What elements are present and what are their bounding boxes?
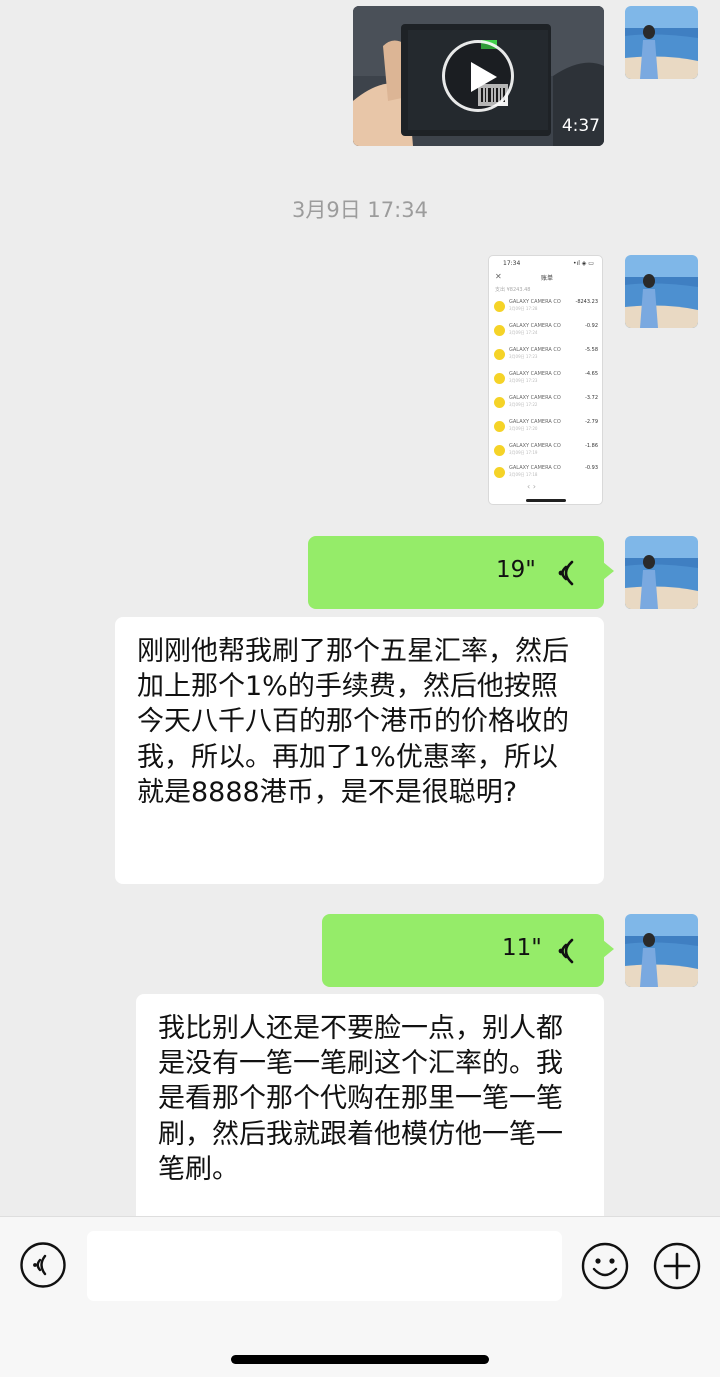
merchant-icon xyxy=(494,397,505,408)
transaction-amount: -2.79 xyxy=(585,419,598,425)
merchant-name: GALAXY CAMERA CO xyxy=(509,299,561,305)
merchant-name: GALAXY CAMERA CO xyxy=(509,395,561,401)
merchant-name: GALAXY CAMERA CO xyxy=(509,347,561,353)
merchant-name: GALAXY CAMERA CO xyxy=(509,443,561,449)
emoji-icon[interactable] xyxy=(580,1241,630,1291)
transaction-date: 3月09日 17:20 xyxy=(509,426,538,431)
transaction-amount: -4.65 xyxy=(585,371,598,377)
transaction-amount: -0.92 xyxy=(585,323,598,329)
list-item: GALAXY CAMERA CO 3月09日 17:19 -1.86 xyxy=(494,442,600,464)
merchant-icon xyxy=(494,421,505,432)
avatar[interactable] xyxy=(625,914,698,987)
screenshot-home-indicator xyxy=(526,499,566,502)
merchant-name: GALAXY CAMERA CO xyxy=(509,419,561,425)
play-icon[interactable] xyxy=(442,40,514,112)
transaction-amount: -3.72 xyxy=(585,395,598,401)
avatar[interactable] xyxy=(625,6,698,79)
merchant-icon xyxy=(494,373,505,384)
image-message[interactable]: 17:34 •ıl ◈ ▭ ✕ 账单 支出 ¥8243.48 GALAXY CA… xyxy=(488,255,603,505)
transaction-date: 3月09日 17:23 xyxy=(509,378,538,383)
plus-icon[interactable] xyxy=(652,1241,702,1291)
transaction-date: 3月09日 17:18 xyxy=(509,472,538,477)
avatar[interactable] xyxy=(625,255,698,328)
transaction-amount: -5.58 xyxy=(585,347,598,353)
transaction-amount: -1.86 xyxy=(585,443,598,449)
list-item: GALAXY CAMERA CO 3月09日 17:23 -4.65 xyxy=(494,370,600,392)
list-item: GALAXY CAMERA CO 3月09日 17:18 -0.93 xyxy=(494,464,600,486)
voice-duration: 19" xyxy=(496,557,536,583)
list-item: GALAXY CAMERA CO 3月09日 17:22 -3.72 xyxy=(494,394,600,416)
message-timestamp: 3月9日 17:34 xyxy=(292,198,428,222)
screenshot-status-time: 17:34 xyxy=(503,260,521,267)
merchant-icon xyxy=(494,301,505,312)
list-item: GALAXY CAMERA CO 3月09日 17:28 -8243.23 xyxy=(494,298,600,320)
voice-duration: 11" xyxy=(502,935,542,961)
transaction-date: 3月09日 17:28 xyxy=(509,306,538,311)
transaction-date: 3月09日 17:24 xyxy=(509,330,538,335)
avatar[interactable] xyxy=(625,536,698,609)
list-item: GALAXY CAMERA CO 3月09日 17:23 -5.58 xyxy=(494,346,600,368)
merchant-name: GALAXY CAMERA CO xyxy=(509,465,561,471)
voice-message[interactable]: 19" xyxy=(308,536,614,609)
screenshot-title: 账单 xyxy=(541,275,554,282)
chat-bubble: 我比别人还是不要脸一点，别人都是没有一笔一笔刷这个汇率的。我是看那个那个代购在那… xyxy=(136,994,604,1234)
transaction-amount: -8243.23 xyxy=(575,299,598,305)
voice-mode-icon[interactable] xyxy=(19,1241,67,1289)
screenshot-close-icon: ✕ xyxy=(495,272,502,281)
voice-message[interactable]: 11" xyxy=(322,914,614,987)
merchant-icon xyxy=(494,467,505,478)
transaction-date: 3月09日 17:23 xyxy=(509,354,538,359)
transaction-amount: -0.93 xyxy=(585,465,598,471)
merchant-name: GALAXY CAMERA CO xyxy=(509,323,561,329)
video-duration: 4:37 xyxy=(561,116,600,136)
screenshot-status-icons: •ıl ◈ ▭ xyxy=(573,260,594,267)
chat-bubble: 刚刚他帮我刷了那个五星汇率，然后加上那个1%的手续费，然后他按照今天八千八百的那… xyxy=(115,617,604,884)
home-indicator xyxy=(231,1355,489,1364)
message-input[interactable] xyxy=(87,1231,562,1301)
screenshot-subtitle: 支出 ¥8243.48 xyxy=(495,287,531,293)
list-item: GALAXY CAMERA CO 3月09日 17:24 -0.92 xyxy=(494,322,600,344)
merchant-name: GALAXY CAMERA CO xyxy=(509,371,561,377)
transaction-date: 3月09日 17:19 xyxy=(509,450,538,455)
transaction-date: 3月09日 17:22 xyxy=(509,402,538,407)
list-item: GALAXY CAMERA CO 3月09日 17:20 -2.79 xyxy=(494,418,600,440)
screenshot-nav-arrows: ‹ › xyxy=(527,482,536,491)
voice-wave-icon xyxy=(558,938,574,964)
merchant-icon xyxy=(494,445,505,456)
merchant-icon xyxy=(494,325,505,336)
merchant-icon xyxy=(494,349,505,360)
voice-wave-icon xyxy=(558,560,574,586)
